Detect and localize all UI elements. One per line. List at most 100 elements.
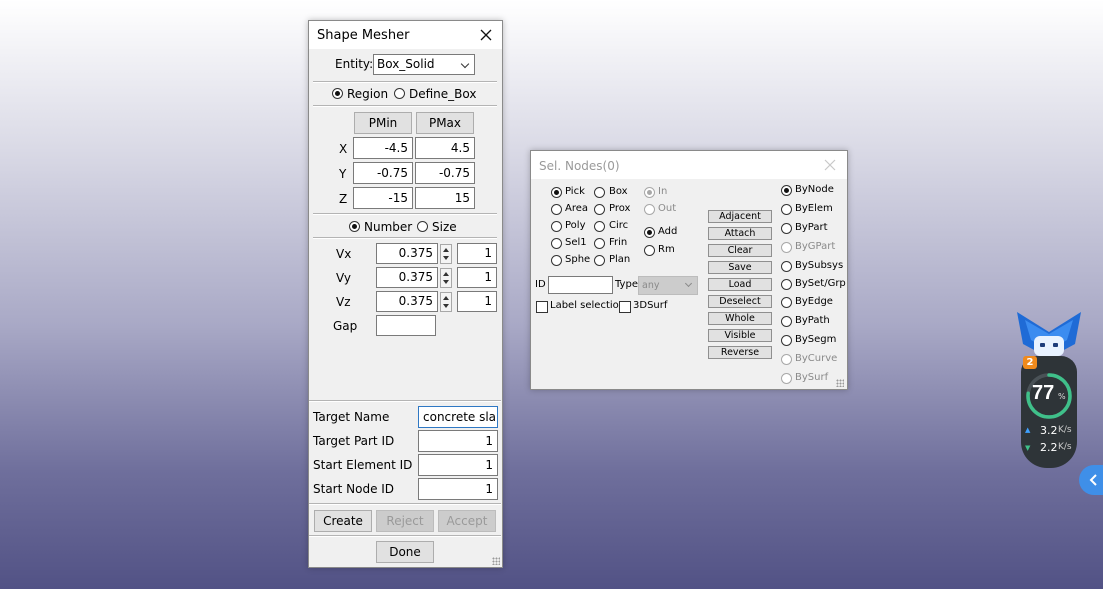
box-label: Box — [609, 186, 628, 197]
start-node-id-field[interactable]: 1 — [418, 478, 498, 500]
start-element-id-field[interactable]: 1 — [418, 454, 498, 476]
pmax-button[interactable]: PMax — [416, 112, 474, 134]
area-radio[interactable] — [551, 204, 562, 215]
vz-label: Vz — [336, 295, 351, 309]
deselect-button[interactable]: Deselect — [708, 295, 772, 308]
axis-x-label: X — [339, 142, 348, 156]
load-button[interactable]: Load — [708, 278, 772, 291]
vy-count-field[interactable]: 1 — [457, 267, 497, 288]
type-select[interactable]: any — [638, 276, 698, 295]
vy-spinner[interactable] — [440, 268, 452, 288]
byelem-radio[interactable] — [781, 204, 792, 215]
download-value: 2.2 — [1040, 441, 1058, 454]
x-pmax-field[interactable]: 4.5 — [415, 137, 475, 159]
reject-button[interactable]: Reject — [376, 510, 434, 532]
plan-label: Plan — [609, 254, 631, 265]
vx-size-field[interactable]: 0.375 — [376, 243, 438, 264]
vz-size-field[interactable]: 0.375 — [376, 291, 438, 312]
chevron-left-icon — [1089, 474, 1097, 486]
chevron-down-icon — [684, 279, 693, 288]
vz-spinner[interactable] — [440, 292, 452, 312]
rm-radio[interactable] — [644, 245, 655, 256]
network-monitor-widget[interactable]: 2 77 % ▲ 3.2 K/s ▼ 2.2 K/s — [1015, 310, 1083, 470]
close-icon[interactable] — [479, 28, 493, 42]
sel-nodes-window: Sel. Nodes(0) Pick Box Area Prox Poly Ci… — [530, 150, 848, 390]
bysetgrp-radio[interactable] — [781, 279, 792, 290]
whole-button[interactable]: Whole — [708, 312, 772, 325]
vz-count-field[interactable]: 1 — [457, 291, 497, 312]
visible-button[interactable]: Visible — [708, 329, 772, 342]
in-radio[interactable] — [644, 187, 655, 198]
done-button[interactable]: Done — [376, 541, 434, 563]
side-expand-tab[interactable] — [1079, 465, 1103, 495]
bygpart-radio[interactable] — [781, 242, 792, 253]
number-radio[interactable] — [349, 221, 360, 232]
bynode-radio[interactable] — [781, 185, 792, 196]
type-label: Type — [615, 279, 638, 290]
bypart-label: ByPart — [795, 222, 828, 233]
entity-select[interactable]: Box_Solid — [373, 54, 475, 75]
divider — [309, 400, 501, 402]
poly-radio[interactable] — [551, 221, 562, 232]
reverse-button[interactable]: Reverse — [708, 346, 772, 359]
divider — [313, 213, 497, 215]
vx-spinner[interactable] — [440, 244, 452, 264]
bysegm-radio[interactable] — [781, 335, 792, 346]
target-name-field[interactable]: concrete slab — [418, 406, 498, 428]
accept-button[interactable]: Accept — [438, 510, 496, 532]
sel-nodes-titlebar[interactable]: Sel. Nodes(0) — [531, 151, 847, 179]
add-label: Add — [658, 226, 678, 237]
target-part-id-field[interactable]: 1 — [418, 430, 498, 452]
clear-button[interactable]: Clear — [708, 244, 772, 257]
define-box-label: Define_Box — [409, 87, 477, 101]
x-pmin-field[interactable]: -4.5 — [353, 137, 413, 159]
close-icon[interactable] — [824, 159, 836, 171]
attach-button[interactable]: Attach — [708, 227, 772, 240]
bysubsys-radio[interactable] — [781, 261, 792, 272]
frin-radio[interactable] — [594, 238, 605, 249]
bysurf-radio[interactable] — [781, 373, 792, 384]
y-pmax-field[interactable]: -0.75 — [415, 162, 475, 184]
sphe-radio[interactable] — [551, 255, 562, 266]
bycurve-radio[interactable] — [781, 354, 792, 365]
gap-field[interactable] — [376, 315, 436, 336]
id-field[interactable] — [548, 276, 613, 294]
z-pmax-field[interactable]: 15 — [415, 187, 475, 209]
sel1-radio[interactable] — [551, 238, 562, 249]
add-radio[interactable] — [644, 227, 655, 238]
3dsurf-checkbox[interactable] — [619, 301, 631, 313]
box-radio[interactable] — [594, 187, 605, 198]
gap-label: Gap — [333, 319, 358, 333]
plan-radio[interactable] — [594, 255, 605, 266]
save-button[interactable]: Save — [708, 261, 772, 274]
bypath-radio[interactable] — [781, 316, 792, 327]
circ-radio[interactable] — [594, 221, 605, 232]
download-unit: K/s — [1058, 442, 1072, 452]
bynode-label: ByNode — [795, 184, 834, 195]
pick-radio[interactable] — [551, 187, 562, 198]
upload-value: 3.2 — [1040, 424, 1058, 437]
label-selection-label: Label selection — [550, 300, 626, 311]
in-label: In — [658, 186, 668, 197]
define-box-radio[interactable] — [394, 88, 405, 99]
region-radio[interactable] — [332, 88, 343, 99]
adjacent-button[interactable]: Adjacent — [708, 210, 772, 223]
label-selection-checkbox[interactable] — [536, 301, 548, 313]
prox-radio[interactable] — [594, 204, 605, 215]
y-pmin-field[interactable]: -0.75 — [353, 162, 413, 184]
resize-grip-icon[interactable] — [836, 379, 844, 387]
bypart-radio[interactable] — [781, 223, 792, 234]
vx-count-field[interactable]: 1 — [457, 243, 497, 264]
byelem-label: ByElem — [795, 203, 833, 214]
z-pmin-field[interactable]: -15 — [353, 187, 413, 209]
byedge-radio[interactable] — [781, 297, 792, 308]
pmin-button[interactable]: PMin — [354, 112, 412, 134]
out-radio[interactable] — [644, 204, 655, 215]
size-radio[interactable] — [417, 221, 428, 232]
usage-percent-sign: % — [1058, 392, 1066, 401]
vy-size-field[interactable]: 0.375 — [376, 267, 438, 288]
create-button[interactable]: Create — [314, 510, 372, 532]
number-label: Number — [364, 220, 413, 234]
resize-grip-icon[interactable] — [492, 557, 500, 565]
shape-mesher-titlebar[interactable]: Shape Mesher — [309, 21, 502, 49]
